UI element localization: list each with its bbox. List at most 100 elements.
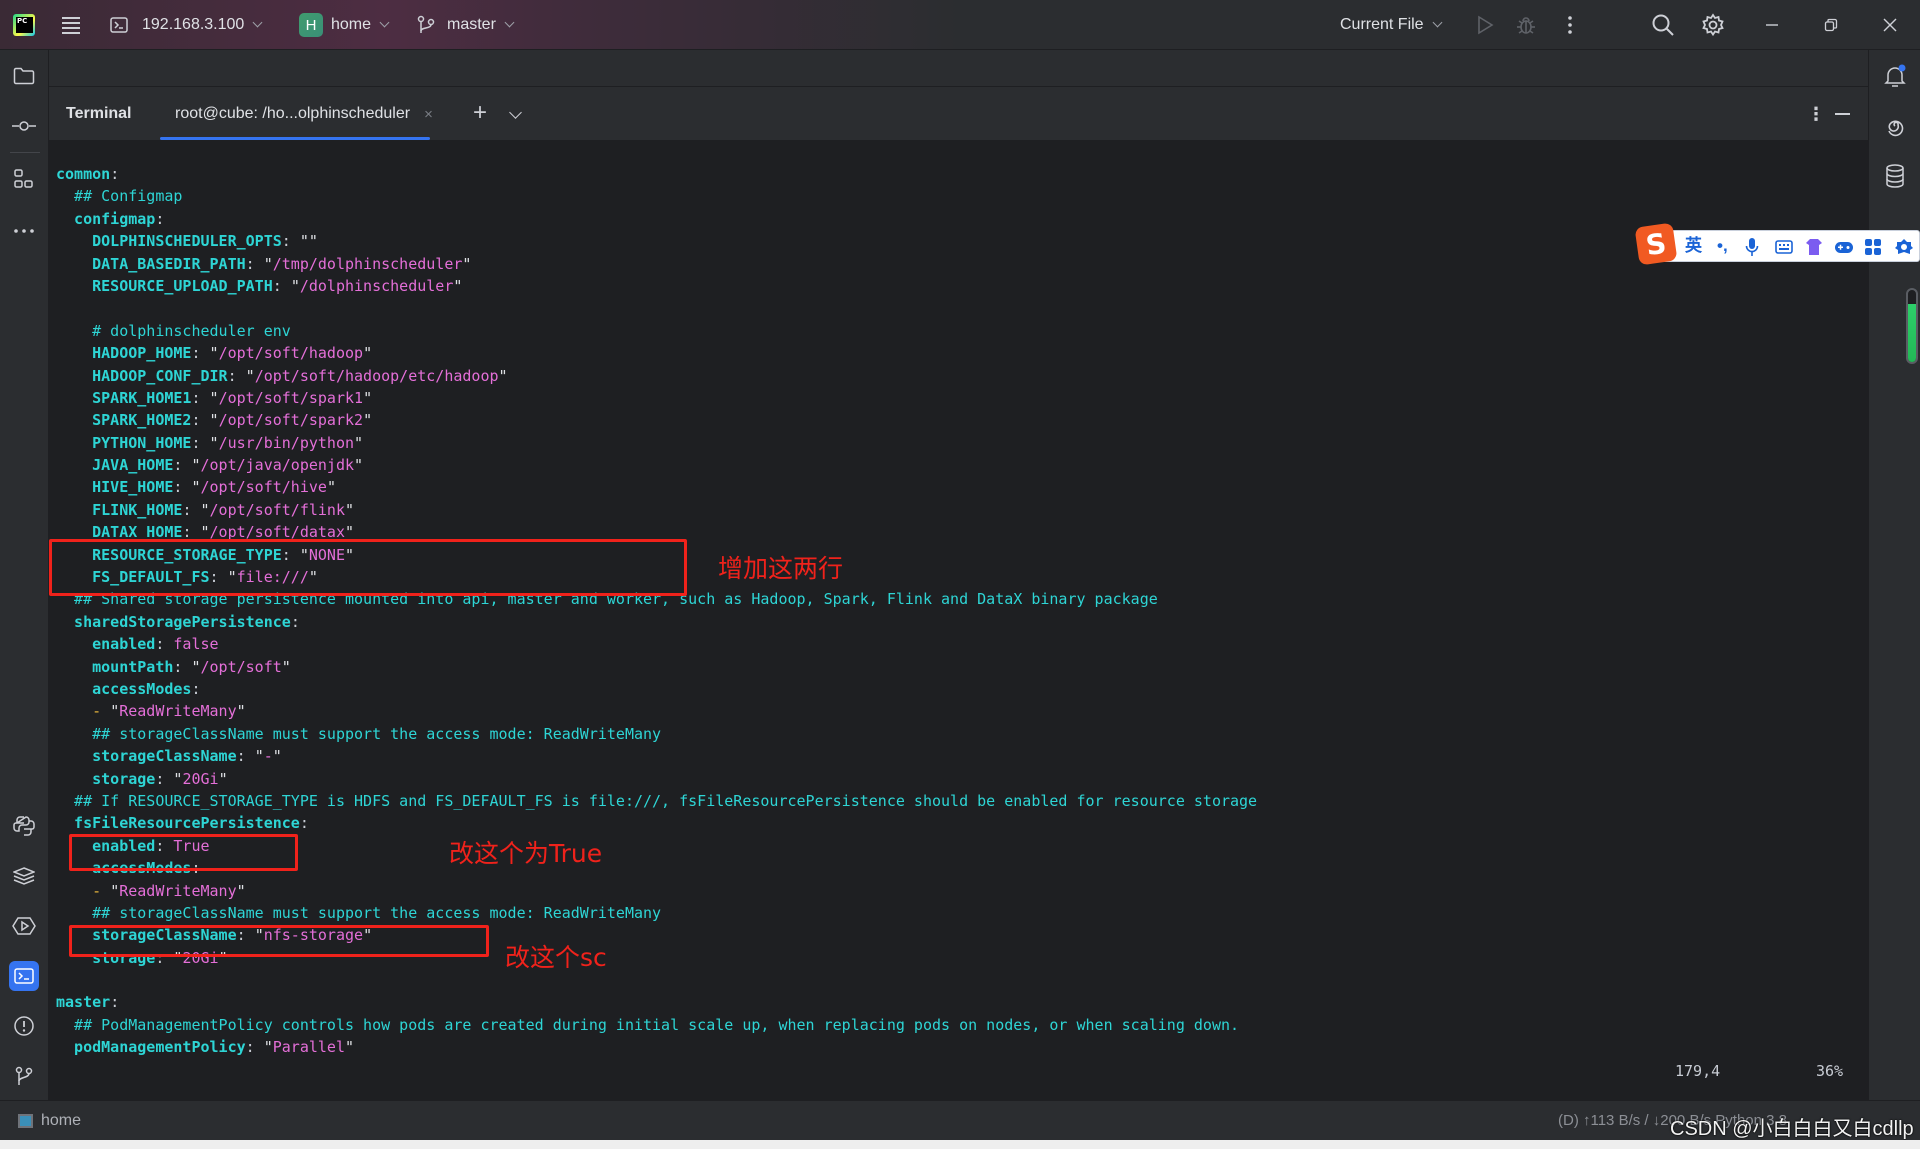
bottom-edge bbox=[0, 1140, 1920, 1149]
token-p: : bbox=[173, 456, 192, 475]
title-bar: 192.168.3.100 H home master Current File bbox=[0, 0, 1920, 50]
ime-game-button[interactable] bbox=[1834, 231, 1854, 261]
problems-button[interactable] bbox=[9, 1011, 39, 1041]
terminal-dropdown-chevron-icon[interactable] bbox=[509, 106, 522, 119]
token-p: : bbox=[110, 993, 120, 1012]
token-c: ## If RESOURCE_STORAGE_TYPE is HDFS and … bbox=[56, 791, 1258, 810]
git-branch-icon bbox=[417, 15, 435, 33]
run-config-selector[interactable]: Current File bbox=[1340, 0, 1443, 50]
terminal-tool-button[interactable] bbox=[9, 961, 39, 991]
new-terminal-button[interactable]: + bbox=[473, 87, 487, 141]
chevron-down-icon bbox=[379, 17, 390, 28]
restore-icon bbox=[1824, 18, 1838, 32]
token-p: : bbox=[173, 657, 192, 676]
annotation-box-storageclass bbox=[69, 925, 489, 957]
project-tool-button[interactable] bbox=[9, 61, 39, 91]
token-q: " bbox=[345, 500, 355, 519]
token-q: " bbox=[290, 276, 300, 295]
terminal-session-tab[interactable]: root@cube: /ho...olphinscheduler × bbox=[160, 87, 460, 141]
ime-language-toggle[interactable]: 英 bbox=[1685, 231, 1702, 261]
microphone-icon bbox=[1745, 237, 1759, 256]
token-k: HADOOP_CONF_DIR bbox=[56, 366, 228, 385]
terminal-output[interactable]: common: ## Configmap configmap: DOLPHINS… bbox=[49, 141, 1868, 1100]
more-horizontal-icon bbox=[14, 229, 34, 233]
project-window-icon bbox=[18, 1114, 33, 1128]
terminal-line: podManagementPolicy: "Parallel" bbox=[56, 1036, 1257, 1058]
token-q: " bbox=[326, 478, 336, 497]
annotation-box-added-lines bbox=[49, 539, 687, 596]
terminal-line: master: bbox=[56, 991, 1257, 1013]
python-packages-button[interactable] bbox=[9, 861, 39, 891]
token-c: ## storageClassName must support the acc… bbox=[56, 903, 662, 922]
terminal-line: mountPath: "/opt/soft" bbox=[56, 656, 1257, 678]
token-d: - bbox=[56, 881, 111, 900]
terminal-header: Terminal root@cube: /ho...olphinschedule… bbox=[49, 87, 1868, 141]
terminal-line: storageClassName: "-" bbox=[56, 745, 1257, 767]
commit-tool-button[interactable] bbox=[9, 111, 39, 141]
terminal-icon bbox=[14, 968, 34, 984]
ime-voice-button[interactable] bbox=[1745, 231, 1759, 261]
terminal-line: ## storageClassName must support the acc… bbox=[56, 723, 1257, 745]
token-s: /opt/soft/hadoop/etc/hadoop bbox=[254, 366, 499, 385]
vcs-branch-selector[interactable]: master bbox=[417, 0, 515, 50]
token-k: fsFileResourcePersistence bbox=[56, 814, 300, 833]
database-button[interactable] bbox=[1880, 161, 1910, 191]
more-tools-button[interactable] bbox=[9, 216, 39, 246]
close-window-button[interactable] bbox=[1872, 0, 1908, 50]
spiral-icon bbox=[1887, 120, 1903, 137]
token-c: ## PodManagementPolicy controls how pods… bbox=[56, 1015, 1240, 1034]
terminal-line: ## If RESOURCE_STORAGE_TYPE is HDFS and … bbox=[56, 790, 1257, 812]
hide-terminal-button[interactable] bbox=[1835, 113, 1850, 115]
minimize-icon bbox=[1766, 24, 1778, 26]
ime-toolbox-button[interactable] bbox=[1865, 231, 1881, 261]
token-k: storage bbox=[56, 769, 156, 788]
token-c: # dolphinscheduler env bbox=[56, 321, 291, 340]
ime-assistant-button[interactable] bbox=[1895, 231, 1913, 261]
notifications-button[interactable] bbox=[1880, 61, 1910, 91]
search-button[interactable] bbox=[1645, 0, 1681, 50]
token-s: /opt/soft/spark2 bbox=[218, 411, 364, 430]
ime-punctuation-toggle[interactable]: •, bbox=[1717, 231, 1728, 261]
git-button[interactable] bbox=[9, 1061, 39, 1091]
token-p: : bbox=[182, 500, 201, 519]
terminal-line: HIVE_HOME: "/opt/soft/hive" bbox=[56, 476, 1257, 498]
token-q: " bbox=[200, 500, 210, 519]
close-tab-icon[interactable]: × bbox=[424, 106, 433, 123]
token-s: /usr/bin/python bbox=[218, 433, 355, 452]
settings-button[interactable] bbox=[1695, 0, 1731, 50]
structure-tool-button[interactable] bbox=[9, 164, 39, 194]
token-bool: false bbox=[173, 635, 219, 654]
main-menu-button[interactable] bbox=[60, 0, 82, 50]
remote-host-selector[interactable]: 192.168.3.100 bbox=[110, 0, 263, 50]
run-button[interactable] bbox=[1467, 0, 1503, 50]
token-q: " bbox=[191, 456, 201, 475]
memory-indicator[interactable] bbox=[1906, 288, 1918, 364]
terminal-line: JAVA_HOME: "/opt/java/openjdk" bbox=[56, 454, 1257, 476]
terminal-line: - "ReadWriteMany" bbox=[56, 700, 1257, 722]
more-actions-button[interactable] bbox=[1552, 0, 1588, 50]
strip-divider bbox=[10, 152, 40, 153]
token-s: /opt/soft/hadoop bbox=[218, 344, 364, 363]
folder-icon bbox=[13, 67, 35, 85]
status-project[interactable]: home bbox=[18, 1101, 81, 1141]
token-k: HIVE_HOME bbox=[56, 478, 174, 497]
token-c: ## storageClassName must support the acc… bbox=[56, 724, 662, 743]
ime-keyboard-button[interactable] bbox=[1775, 231, 1793, 261]
token-k: DATA_BASEDIR_PATH bbox=[56, 254, 246, 273]
terminal-options-button[interactable]: ⋮ bbox=[1807, 87, 1825, 141]
token-q: " bbox=[263, 254, 273, 273]
minimize-window-button[interactable] bbox=[1754, 0, 1790, 50]
python-console-button[interactable] bbox=[9, 811, 39, 841]
debug-button[interactable] bbox=[1508, 0, 1544, 50]
play-icon bbox=[1478, 15, 1494, 35]
sogou-logo-icon[interactable]: S bbox=[1634, 222, 1678, 266]
restore-window-button[interactable] bbox=[1813, 0, 1849, 50]
ime-skin-button[interactable] bbox=[1805, 231, 1823, 261]
token-k: JAVA_HOME bbox=[56, 456, 174, 475]
ai-assistant-button[interactable] bbox=[1880, 111, 1910, 141]
app-logo[interactable] bbox=[13, 0, 35, 50]
services-button[interactable] bbox=[9, 911, 39, 941]
chevron-down-icon bbox=[252, 17, 263, 28]
project-selector[interactable]: H home bbox=[299, 0, 390, 50]
ime-toolbar[interactable]: S 英 •, bbox=[1634, 222, 1920, 266]
